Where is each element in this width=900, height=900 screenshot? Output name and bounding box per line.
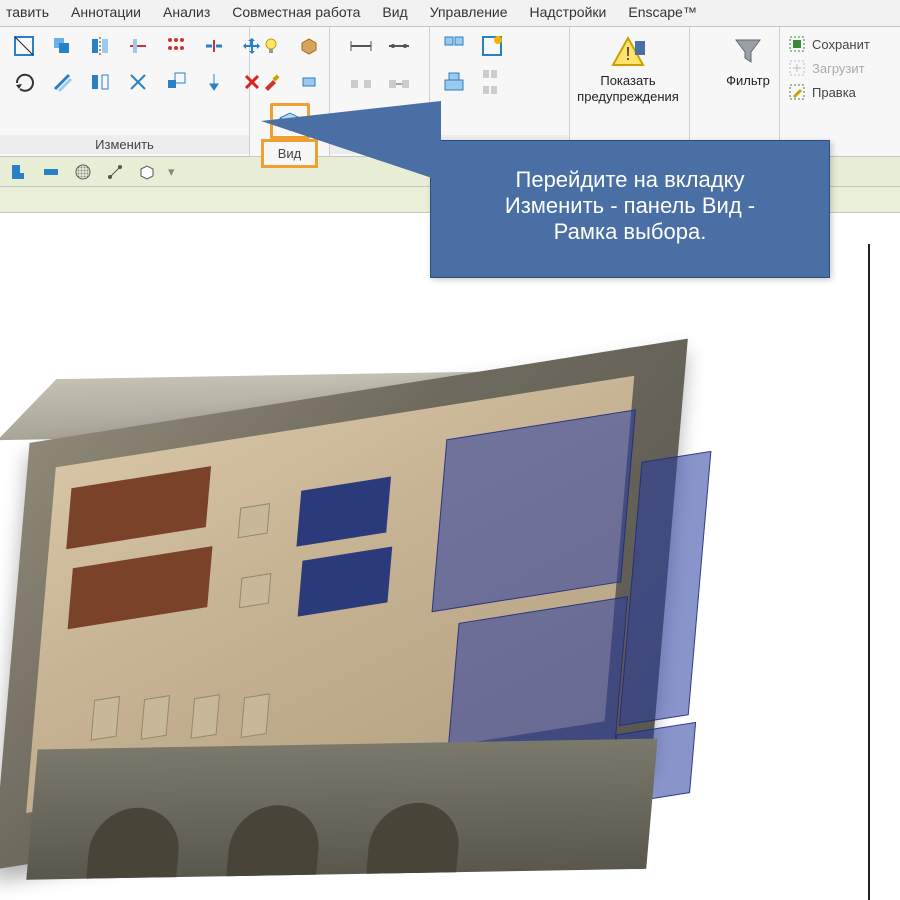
save-sel-label: Сохранит	[812, 37, 870, 52]
edit-sel-label: Правка	[812, 85, 856, 100]
wall-view-icon[interactable]	[293, 67, 325, 97]
model-viewport[interactable]	[0, 214, 900, 900]
load-sel-icon	[788, 59, 806, 77]
tab-insert[interactable]: тавить	[6, 4, 49, 20]
array-icon[interactable]	[160, 31, 192, 61]
save-selection-button[interactable]: Сохранит	[788, 35, 892, 53]
funnel-icon	[731, 35, 765, 69]
modify-tool-icon[interactable]	[8, 31, 40, 61]
create-assembly-icon[interactable]	[438, 67, 470, 97]
offset-icon[interactable]	[46, 67, 78, 97]
gap2-icon[interactable]	[383, 69, 415, 99]
hatch-icon[interactable]	[72, 161, 94, 183]
dimension-icon[interactable]	[345, 31, 377, 61]
ribbon-tabstrip: тавить Аннотации Анализ Совместная работ…	[0, 0, 900, 27]
tab-analyze[interactable]: Анализ	[163, 4, 210, 20]
filter-label: Фильтр	[726, 73, 770, 89]
tab-manage[interactable]: Управление	[430, 4, 508, 20]
tutorial-callout: Перейдите на вкладку Изменить - панель В…	[430, 140, 830, 278]
copy-icon[interactable]	[46, 31, 78, 61]
edit-selection-button[interactable]: Правка	[788, 83, 892, 101]
scale-icon[interactable]	[160, 67, 192, 97]
disjoin-icon[interactable]	[40, 161, 62, 183]
pin-icon[interactable]	[198, 67, 230, 97]
mirror-axis-icon[interactable]	[84, 67, 116, 97]
mirror-icon[interactable]	[84, 31, 116, 61]
tab-addins[interactable]: Надстройки	[530, 4, 607, 20]
callout-line3: Рамка выбора.	[554, 219, 707, 244]
create-group-icon[interactable]	[438, 31, 470, 61]
brush-icon[interactable]	[255, 67, 287, 97]
tab-collab[interactable]: Совместная работа	[232, 4, 360, 20]
solid-icon[interactable]	[136, 161, 158, 183]
tab-annotations[interactable]: Аннотации	[71, 4, 141, 20]
rotate-icon[interactable]	[8, 67, 40, 97]
tab-view[interactable]: Вид	[382, 4, 407, 20]
warning-icon: !	[609, 35, 647, 69]
gap-icon[interactable]	[345, 69, 377, 99]
create-parts-icon[interactable]	[476, 67, 508, 81]
panel-title-modify: Изменить	[0, 135, 249, 154]
callout-line2: Изменить - панель Вид -	[505, 193, 755, 218]
split-icon[interactable]	[198, 31, 230, 61]
building-model	[0, 267, 735, 900]
ribbon: Изменить Вид	[0, 27, 900, 157]
tab-enscape[interactable]: Enscape™	[628, 4, 696, 20]
create-family-icon[interactable]	[476, 31, 508, 61]
svg-text:!: !	[625, 44, 630, 64]
save-sel-icon	[788, 35, 806, 53]
show-warnings-button[interactable]: ! Показатьпредупреждения	[578, 31, 678, 104]
edit-sel-icon	[788, 83, 806, 101]
trim-icon[interactable]	[122, 67, 154, 97]
lightbulb-icon[interactable]	[255, 31, 287, 61]
cube-icon[interactable]	[293, 31, 325, 61]
warnings-label1: Показать	[600, 73, 655, 88]
callout-line1: Перейдите на вкладку	[516, 167, 745, 192]
activate-icon[interactable]	[8, 161, 30, 183]
load-sel-label: Загрузит	[812, 61, 865, 76]
snap-icon[interactable]	[104, 161, 126, 183]
dimension2-icon[interactable]	[383, 31, 415, 61]
warnings-label2: предупреждения	[577, 89, 679, 104]
create-parts2-icon[interactable]	[476, 83, 508, 97]
load-selection-button[interactable]: Загрузит	[788, 59, 892, 77]
align-icon[interactable]	[122, 31, 154, 61]
